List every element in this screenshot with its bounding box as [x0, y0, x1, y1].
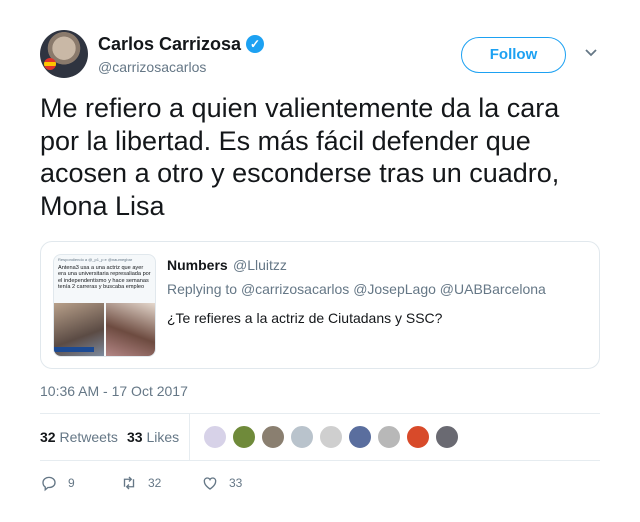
chevron-down-icon[interactable] [584, 46, 598, 60]
likes-count: 33 [127, 429, 143, 445]
thumbnail-text: Antena3 usa a una actriz que ayer era un… [58, 265, 151, 291]
mention-link[interactable]: @UABBarcelona [440, 281, 546, 297]
thumbnail-photo-right [106, 303, 155, 356]
reply-count: 9 [68, 476, 75, 490]
liker-avatar[interactable] [260, 424, 286, 450]
liker-avatar[interactable] [347, 424, 373, 450]
liker-avatar[interactable] [318, 424, 344, 450]
verified-badge-icon: ✓ [246, 35, 264, 53]
quoted-tweet-text: ¿Te refieres a la actriz de Ciutadans y … [167, 310, 443, 326]
likes-label: Likes [146, 429, 180, 445]
mention-link[interactable]: @carrizosacarlos [241, 281, 349, 297]
quoted-tweet-card[interactable]: Respondiendo a @_p1_p e @naumegbar Anten… [40, 241, 600, 369]
quoted-author-name[interactable]: Numbers [167, 257, 228, 273]
author-avatar[interactable] [40, 30, 88, 78]
tweet-text: Me refiero a quien valientemente da la c… [40, 93, 560, 221]
reply-icon [42, 476, 56, 492]
thumbnail-header: Respondiendo a @_p1_p e @naumegbar [58, 257, 133, 262]
retweet-icon [123, 476, 135, 490]
liker-avatar[interactable] [289, 424, 315, 450]
liker-avatar[interactable] [434, 424, 460, 450]
reply-button[interactable]: 9 [40, 474, 75, 492]
author-name[interactable]: Carlos Carrizosa [98, 34, 241, 55]
mention-link[interactable]: @JosepLago [353, 281, 436, 297]
quoted-author-handle[interactable]: @Lluitzz [233, 257, 287, 273]
liker-avatar[interactable] [376, 424, 402, 450]
liker-avatar[interactable] [202, 424, 228, 450]
replying-to-line: Replying to @carrizosacarlos @JosepLago … [167, 281, 546, 297]
author-handle[interactable]: @carrizosacarlos [98, 59, 206, 75]
like-count: 33 [229, 476, 243, 490]
retweet-count: 32 [148, 476, 162, 490]
divider [40, 413, 600, 414]
retweet-button[interactable]: 32 [120, 474, 161, 492]
like-button[interactable]: 33 [201, 474, 242, 492]
liker-avatar[interactable] [231, 424, 257, 450]
heart-icon [203, 477, 217, 490]
replying-to-label: Replying to [167, 281, 238, 297]
thumbnail-news-bar [54, 347, 94, 352]
retweets-count: 32 [40, 429, 56, 445]
retweets-label: Retweets [59, 429, 118, 445]
divider [40, 460, 600, 461]
flag-badge-icon [44, 58, 56, 70]
quoted-tweet-thumbnail[interactable]: Respondiendo a @_p1_p e @naumegbar Anten… [53, 254, 156, 357]
likes-stat[interactable]: 33 Likes [127, 429, 179, 445]
follow-button[interactable]: Follow [461, 37, 566, 73]
retweets-stat[interactable]: 32 Retweets [40, 429, 118, 445]
liker-avatar[interactable] [405, 424, 431, 450]
divider [189, 414, 190, 460]
tweet-timestamp[interactable]: 10:36 AM - 17 Oct 2017 [40, 383, 188, 399]
